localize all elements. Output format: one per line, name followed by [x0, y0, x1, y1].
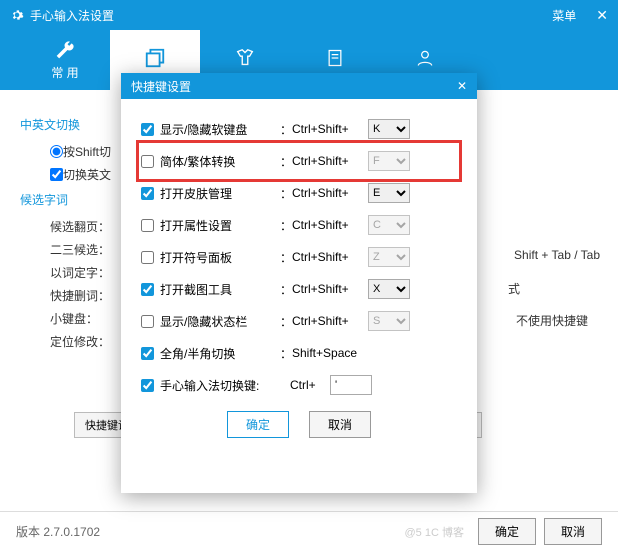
modal-body: 显示/隐藏软键盘 ： Ctrl+Shift+ K 简体/繁体转换 ： Ctrl+… [121, 99, 477, 452]
watermark: @5 1C 博客 [405, 524, 464, 540]
hotkey-row-switchime: 手心输入法切换键: Ctrl+ [141, 369, 457, 401]
check-switch-en[interactable] [50, 168, 63, 181]
select-props-key[interactable]: C [368, 215, 410, 235]
check-switch-en-label: 切换英文 [63, 166, 111, 183]
hint-mode: 式 [508, 280, 520, 297]
check-simp-trad[interactable] [141, 155, 154, 168]
modal-close-icon[interactable]: ✕ [457, 79, 467, 93]
check-fullhalf[interactable] [141, 347, 154, 360]
footer: 版本 2.7.0.1702 @5 1C 博客 确定 取消 [0, 511, 618, 551]
check-symbols[interactable] [141, 251, 154, 264]
hotkey-row-props: 打开属性设置 ： Ctrl+Shift+ C [141, 209, 457, 241]
hotkey-modal: 快捷键设置 ✕ 显示/隐藏软键盘 ： Ctrl+Shift+ K 简体/繁体转换… [121, 73, 477, 493]
titlebar: 手心输入法设置 菜单 ✕ [0, 0, 618, 30]
hint-tab: Shift + Tab / Tab [514, 248, 600, 262]
modal-cancel-button[interactable]: 取消 [309, 411, 371, 438]
input-switchime-key[interactable] [330, 375, 372, 395]
person-icon [415, 47, 435, 69]
hotkey-row-skin: 打开皮肤管理 ： Ctrl+Shift+ E [141, 177, 457, 209]
hotkey-row-simp-trad: 简体/繁体转换 ： Ctrl+Shift+ F [141, 145, 457, 177]
document-icon [325, 47, 345, 69]
tab-label: 常 用 [51, 64, 78, 81]
check-statusbar[interactable] [141, 315, 154, 328]
version-label: 版本 2.7.0.1702 [16, 523, 100, 540]
hotkey-row-screenshot: 打开截图工具 ： Ctrl+Shift+ X [141, 273, 457, 305]
hint-nohotkey: 不使用快捷键 [516, 312, 588, 329]
footer-cancel[interactable]: 取消 [544, 518, 602, 545]
check-skin[interactable] [141, 187, 154, 200]
select-symbols-key[interactable]: Z [368, 247, 410, 267]
select-simp-trad-key[interactable]: F [368, 151, 410, 171]
check-switchime[interactable] [141, 379, 154, 392]
select-skin-key[interactable]: E [368, 183, 410, 203]
select-screenshot-key[interactable]: X [368, 279, 410, 299]
select-softkeyboard-key[interactable]: K [368, 119, 410, 139]
select-statusbar-key[interactable]: S [368, 311, 410, 331]
hotkey-row-softkeyboard: 显示/隐藏软键盘 ： Ctrl+Shift+ K [141, 113, 457, 145]
modal-title-text: 快捷键设置 [131, 78, 191, 95]
radio-shift-label: 按Shift切 [63, 143, 111, 160]
window-title: 手心输入法设置 [30, 7, 114, 24]
radio-shift[interactable] [50, 145, 63, 158]
hotkey-row-symbols: 打开符号面板 ： Ctrl+Shift+ Z [141, 241, 457, 273]
close-icon[interactable]: ✕ [596, 7, 608, 24]
wrench-icon [55, 40, 75, 60]
gear-icon [10, 8, 24, 22]
modal-footer: 确定 取消 [141, 411, 457, 438]
hotkey-row-statusbar: 显示/隐藏状态栏 ： Ctrl+Shift+ S [141, 305, 457, 337]
tab-common[interactable]: 常 用 [20, 30, 110, 90]
check-screenshot[interactable] [141, 283, 154, 296]
hotkey-row-fullhalf: 全角/半角切换 ： Shift+Space [141, 337, 457, 369]
check-props[interactable] [141, 219, 154, 232]
keys-icon [144, 47, 166, 69]
menu-label[interactable]: 菜单 [552, 7, 576, 24]
modal-ok-button[interactable]: 确定 [227, 411, 289, 438]
footer-ok[interactable]: 确定 [478, 518, 536, 545]
tshirt-icon [234, 47, 256, 69]
modal-titlebar: 快捷键设置 ✕ [121, 73, 477, 99]
check-softkeyboard[interactable] [141, 123, 154, 136]
